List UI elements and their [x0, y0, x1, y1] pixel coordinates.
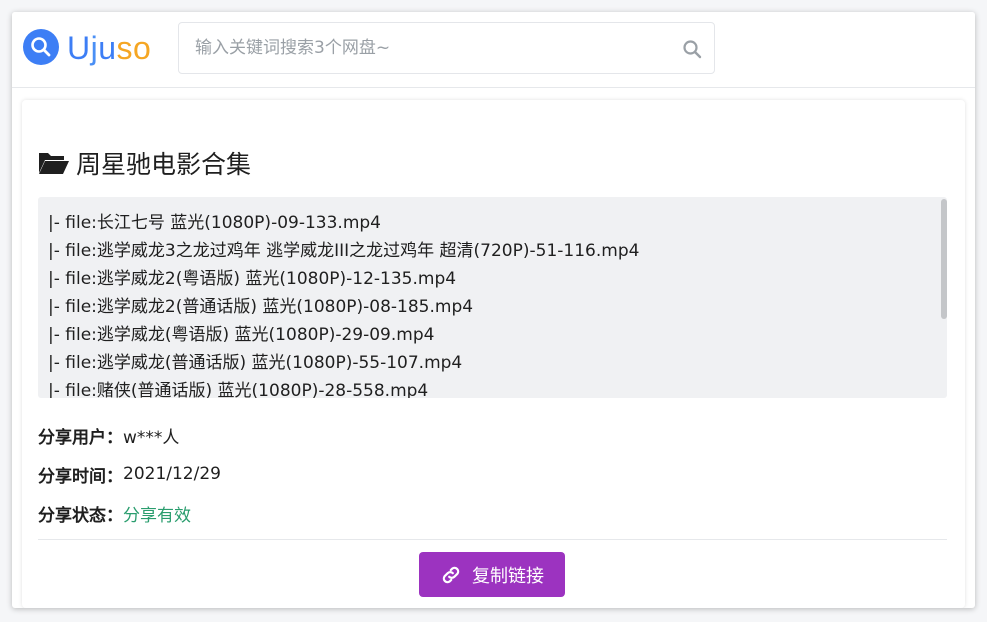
site-header: Ujuso — [12, 12, 975, 88]
search-input[interactable] — [180, 24, 660, 72]
link-icon — [442, 566, 460, 583]
share-time-row: 分享时间： 2021/12/29 — [38, 461, 221, 487]
share-status-row: 分享状态： 分享有效 — [38, 500, 191, 526]
search-box — [178, 22, 715, 74]
share-status-value: 分享有效 — [123, 505, 191, 526]
divider — [38, 539, 947, 540]
file-item: |- file:逃学威龙3之龙过鸡年 逃学威龙III之龙过鸡年 超清(720P)… — [48, 241, 640, 261]
resource-title-row: 周星驰电影合集 — [38, 146, 251, 180]
share-time-label: 分享时间： — [38, 466, 123, 487]
share-time-value: 2021/12/29 — [123, 464, 221, 484]
share-user-row: 分享用户： w***人 — [38, 422, 179, 448]
logo-wordmark[interactable]: Ujuso — [67, 28, 151, 68]
folder-open-icon — [39, 153, 69, 174]
share-user-label: 分享用户： — [38, 427, 123, 448]
search-icon — [683, 40, 702, 59]
browser-window: Ujuso 周星驰电影合集 |- file:长江七号 蓝光(1080P)-09-… — [12, 12, 975, 608]
file-item: |- file:逃学威龙(粤语版) 蓝光(1080P)-29-09.mp4 — [48, 325, 435, 345]
resource-card: 周星驰电影合集 |- file:长江七号 蓝光(1080P)-09-133.mp… — [22, 100, 965, 608]
file-item: |- file:逃学威龙2(粤语版) 蓝光(1080P)-12-135.mp4 — [48, 269, 457, 289]
file-list-scrollbar[interactable] — [941, 199, 947, 319]
file-list-box[interactable]: |- file:长江七号 蓝光(1080P)-09-133.mp4 |- fil… — [38, 197, 947, 398]
share-user-value: w***人 — [123, 427, 180, 448]
share-status-label: 分享状态： — [38, 505, 123, 526]
file-item: |- file:逃学威龙(普通话版) 蓝光(1080P)-55-107.mp4 — [48, 353, 463, 373]
logo-search-icon[interactable] — [23, 29, 59, 65]
resource-title: 周星驰电影合集 — [76, 150, 252, 179]
file-item: |- file:长江七号 蓝光(1080P)-09-133.mp4 — [48, 213, 381, 233]
search-button[interactable] — [678, 35, 706, 63]
file-item: |- file:赌侠(普通话版) 蓝光(1080P)-28-558.mp4 — [48, 381, 429, 398]
file-list: |- file:长江七号 蓝光(1080P)-09-133.mp4 |- fil… — [48, 209, 928, 398]
copy-link-label: 复制链接 — [472, 565, 544, 587]
copy-link-button[interactable]: 复制链接 — [419, 552, 565, 597]
file-item: |- file:逃学威龙2(普通话版) 蓝光(1080P)-08-185.mp4 — [48, 297, 474, 317]
